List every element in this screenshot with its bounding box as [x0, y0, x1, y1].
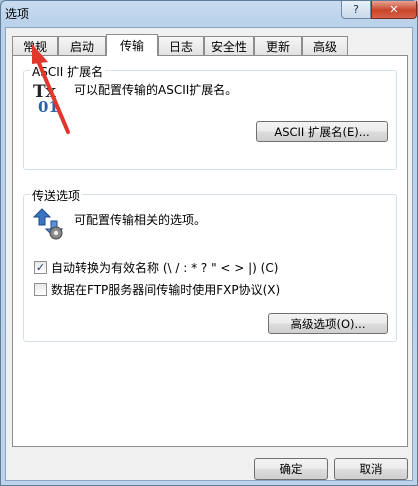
ascii-group-description: 可以配置传输的ASCII扩展名。 — [74, 83, 238, 97]
close-button[interactable]: ✕ — [371, 1, 417, 19]
tab-panel-transfer: ASCII 扩展名 Tx 01 可以配置传输的ASCII扩展名。 ASCII 扩… — [12, 55, 408, 447]
fxp-protocol-option[interactable]: 数据在FTP服务器间传输时使用FXP协议(X) — [34, 281, 280, 298]
transfer-arrows-gear-icon — [32, 207, 66, 241]
tab-advanced[interactable]: 高级 — [302, 36, 348, 55]
auto-convert-name-option[interactable]: ✓ 自动转换为有效名称 (\ / : * ? " < > |) (C) — [34, 259, 278, 276]
svg-text:01: 01 — [38, 98, 59, 115]
cancel-button[interactable]: 取消 — [334, 458, 408, 480]
dialog-client-area: 常规 启动 传输 日志 安全性 更新 高级 ASCII 扩展名 Tx 01 可以… — [5, 27, 413, 481]
auto-convert-checkbox[interactable]: ✓ — [34, 261, 47, 274]
help-icon: ? — [353, 3, 359, 16]
help-button[interactable]: ? — [341, 1, 371, 19]
advanced-options-button[interactable]: 高级选项(O)... — [268, 313, 388, 334]
ascii-group-legend: ASCII 扩展名 — [30, 63, 106, 80]
ascii-extension-group: ASCII 扩展名 Tx 01 可以配置传输的ASCII扩展名。 ASCII 扩… — [23, 63, 397, 170]
tab-strip: 常规 启动 传输 日志 安全性 更新 高级 — [12, 34, 408, 56]
options-dialog: 选项 ? ✕ 常规 启动 传输 日志 安全性 更新 高级 ASCII 扩展名 T… — [0, 0, 418, 486]
ascii-extension-button[interactable]: ASCII 扩展名(E)... — [256, 121, 388, 142]
fxp-protocol-label: 数据在FTP服务器间传输时使用FXP协议(X) — [51, 283, 281, 297]
text-file-icon: Tx 01 — [32, 79, 66, 116]
tab-security[interactable]: 安全性 — [204, 36, 254, 55]
tab-transfer[interactable]: 传输 — [106, 34, 158, 56]
auto-convert-label: 自动转换为有效名称 (\ / : * ? " < > |) (C) — [51, 261, 279, 275]
tab-log[interactable]: 日志 — [158, 36, 204, 55]
title-bar[interactable]: 选项 ? ✕ — [1, 1, 417, 27]
tab-general[interactable]: 常规 — [12, 36, 58, 55]
tab-update[interactable]: 更新 — [254, 36, 302, 55]
transfer-group-legend: 传送选项 — [30, 187, 83, 204]
transfer-group-description: 可配置传输相关的选项。 — [74, 213, 207, 227]
close-icon: ✕ — [389, 3, 399, 16]
ok-button[interactable]: 确定 — [254, 458, 328, 480]
tab-startup[interactable]: 启动 — [58, 36, 106, 55]
transfer-options-group: 传送选项 可配置传输相关的选项。 ✓ 自动转换为有效名称 (\ / : * ? … — [23, 187, 397, 342]
fxp-protocol-checkbox[interactable] — [34, 283, 47, 296]
window-title: 选项 — [5, 7, 30, 21]
